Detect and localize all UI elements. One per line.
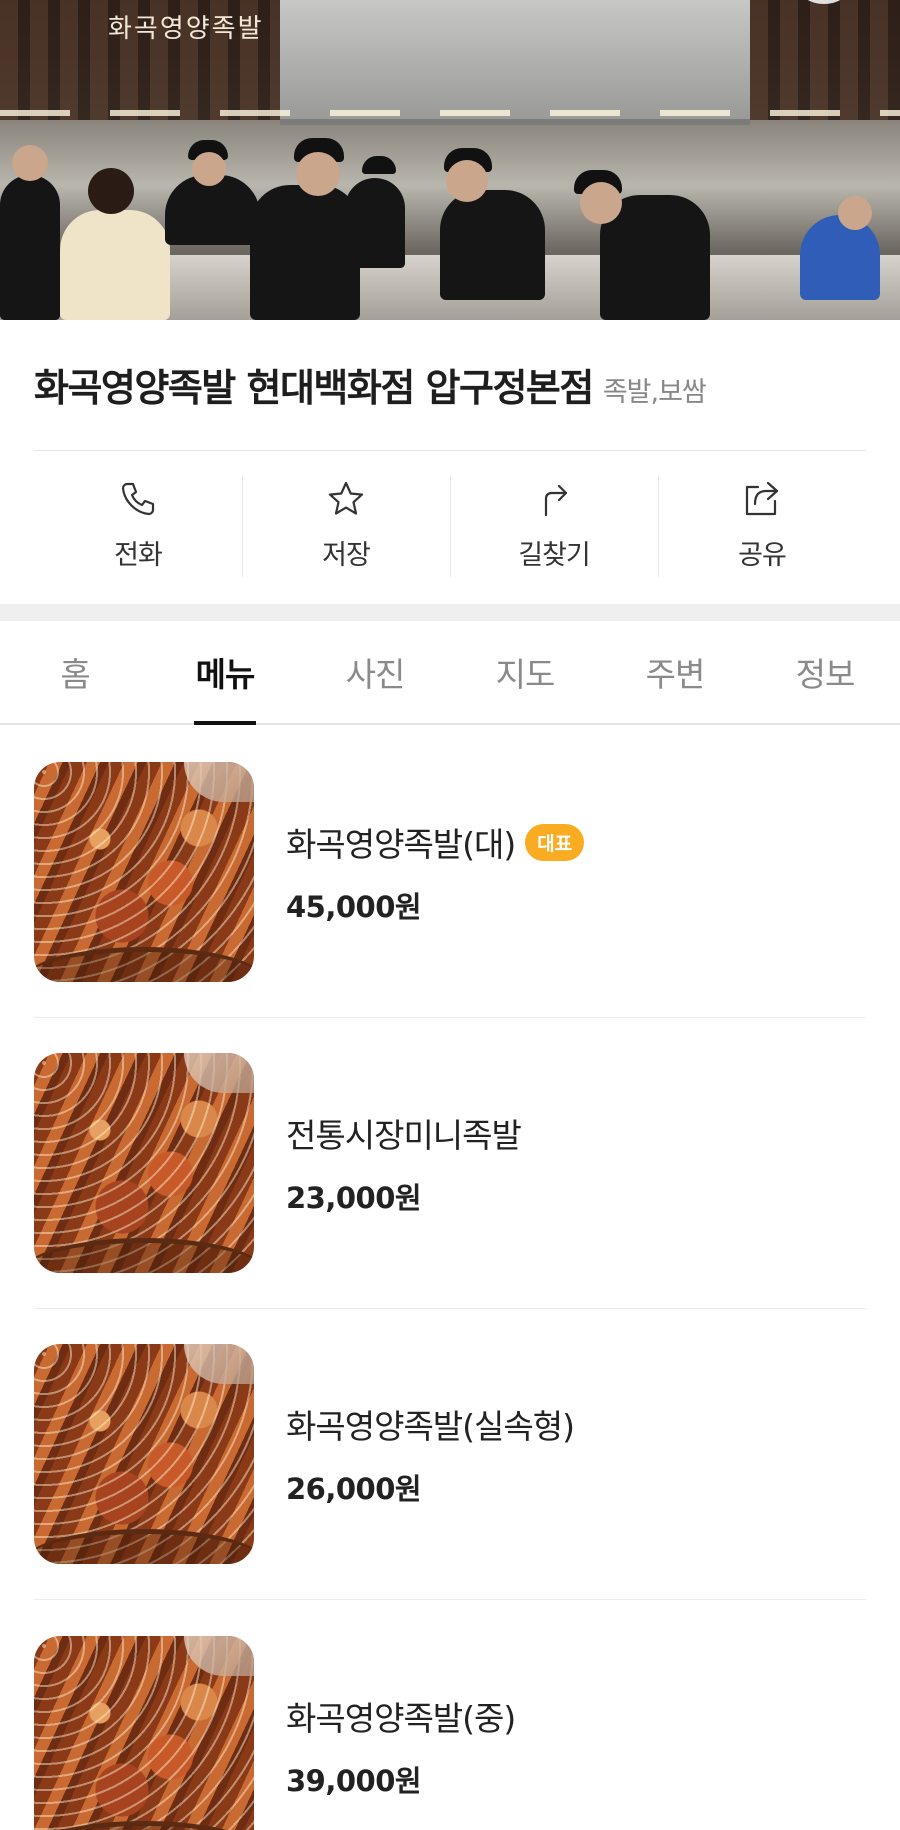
photo-lights <box>0 110 900 116</box>
save-label: 저장 <box>322 540 371 571</box>
menu-item-price: 23,000원 <box>286 1181 422 1215</box>
tab-photos[interactable]: 사진 <box>300 621 450 723</box>
action-bar: 전화 저장 길찾기 공유 <box>34 475 866 580</box>
directions-button[interactable]: 길찾기 <box>450 475 658 580</box>
phone-icon <box>121 482 155 516</box>
save-button[interactable]: 저장 <box>242 475 450 580</box>
menu-item-info: 전통시장미니족발 23,000원 <box>286 1109 522 1217</box>
menu-item-name-row: 화곡영양족발(대) 대표 <box>286 818 585 866</box>
store-sign-text: 화곡영양족발 <box>108 14 264 44</box>
star-icon <box>328 481 364 515</box>
photo-person <box>345 178 405 268</box>
menu-item-info: 화곡영양족발(대) 대표 45,000원 <box>286 818 585 926</box>
menu-item-photo <box>34 1635 254 1830</box>
menu-item-price: 26,000원 <box>286 1472 422 1506</box>
menu-item-info: 화곡영양족발(실속형) 26,000원 <box>286 1400 575 1508</box>
call-label: 전화 <box>114 540 163 571</box>
store-category: 족발,보쌈 <box>602 377 707 408</box>
share-button[interactable]: 공유 <box>658 475 866 580</box>
menu-item-photo <box>34 762 254 982</box>
tab-home[interactable]: 홈 <box>0 621 150 723</box>
photo-cap <box>362 156 396 174</box>
list-item[interactable]: 화곡영양족발(중) 39,000원 <box>34 1600 866 1830</box>
call-button[interactable]: 전화 <box>34 475 242 580</box>
photo-person-head <box>838 196 872 230</box>
photo-person-head <box>296 152 340 196</box>
menu-item-name: 화곡영양족발(중) <box>286 1698 516 1738</box>
tab-menu[interactable]: 메뉴 <box>150 621 300 723</box>
menu-item-price: 45,000원 <box>286 890 422 924</box>
menu-item-name: 전통시장미니족발 <box>286 1116 522 1155</box>
photo-person <box>250 185 360 320</box>
store-photo[interactable]: 화곡영양족발 <box>0 0 900 320</box>
photo-person-head <box>446 160 488 202</box>
list-item[interactable]: 전통시장미니족발 23,000원 <box>34 1018 866 1309</box>
photo-person-head <box>88 168 134 214</box>
photo-person <box>800 215 880 300</box>
section-divider <box>0 604 900 621</box>
menu-item-name: 화곡영양족발(대) <box>286 825 516 864</box>
photo-person <box>440 190 545 300</box>
list-item[interactable]: 화곡영양족발(대) 대표 45,000원 <box>34 727 866 1018</box>
share-label: 공유 <box>738 540 787 571</box>
menu-item-info: 화곡영양족발(중) 39,000원 <box>286 1692 516 1800</box>
photo-hood <box>280 0 750 125</box>
list-item[interactable]: 화곡영양족발(실속형) 26,000원 <box>34 1309 866 1600</box>
store-title-row: 화곡영양족발 현대백화점 압구정본점 족발,보쌈 <box>34 357 874 412</box>
tab-bar: 홈 메뉴 사진 지도 주변 정보 <box>0 621 900 725</box>
directions-label: 길찾기 <box>518 540 591 571</box>
tab-nearby[interactable]: 주변 <box>600 621 750 723</box>
menu-item-name-row: 전통시장미니족발 <box>286 1109 522 1157</box>
menu-item-photo <box>34 1344 254 1564</box>
menu-item-name: 화곡영양족발(실속형) <box>286 1407 575 1446</box>
signature-badge: 대표 <box>525 823 585 861</box>
menu-item-name-row: 화곡영양족발(중) <box>286 1692 516 1740</box>
menu-list: 화곡영양족발(대) 대표 45,000원 전통시장미니족발 23,000원 화곡… <box>34 727 866 1830</box>
photo-person-head <box>12 145 48 181</box>
menu-item-price: 39,000원 <box>286 1763 422 1798</box>
menu-item-name-row: 화곡영양족발(실속형) <box>286 1400 575 1448</box>
photo-person <box>0 175 60 320</box>
tab-info[interactable]: 정보 <box>750 621 900 723</box>
photo-person <box>60 210 170 320</box>
photo-person-head <box>580 182 622 224</box>
share-icon <box>745 481 779 516</box>
photo-person-head <box>192 152 226 186</box>
tab-map[interactable]: 지도 <box>450 621 600 723</box>
menu-item-photo <box>34 1053 254 1273</box>
store-name: 화곡영양족발 현대백화점 압구정본점 <box>34 366 594 410</box>
divider <box>34 450 866 451</box>
directions-icon <box>544 484 568 517</box>
